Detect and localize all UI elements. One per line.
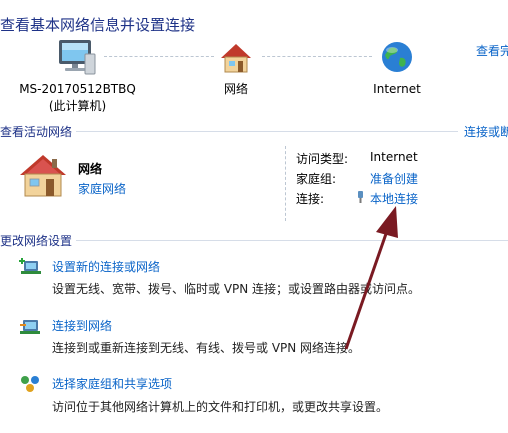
annotation-arrow — [344, 206, 398, 350]
